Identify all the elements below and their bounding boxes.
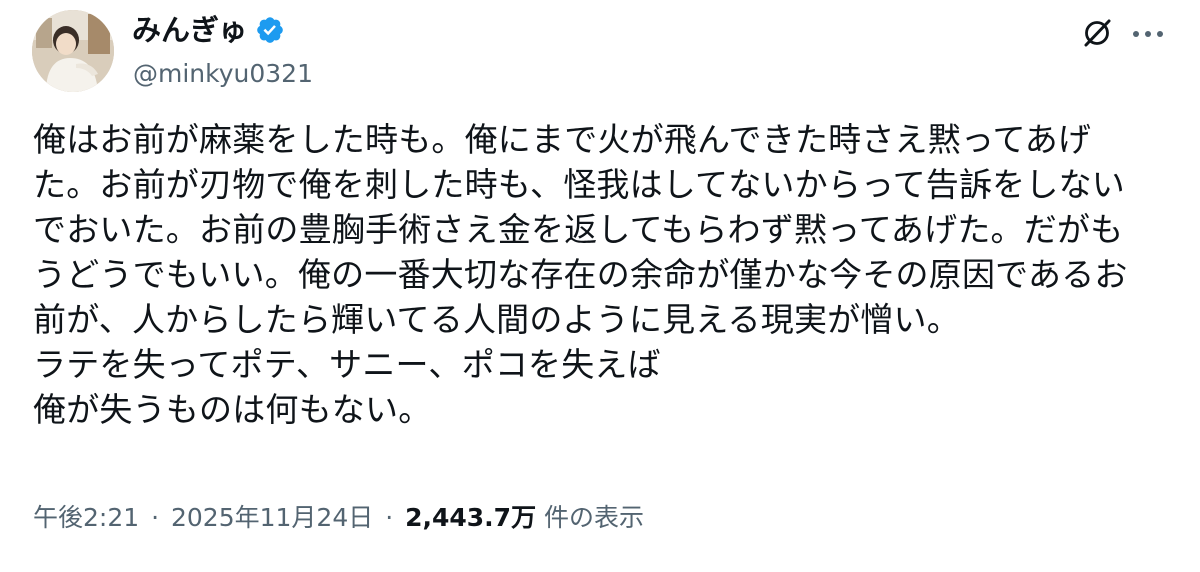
avatar-image xyxy=(32,10,114,92)
more-horizontal-icon[interactable] xyxy=(1128,16,1168,50)
post-text-line: 俺はお前が麻薬をした時も。俺にまで火が飛んできた時さえ黙ってあげ xyxy=(33,120,1092,159)
post-time[interactable]: 午後2:21 xyxy=(33,503,139,532)
views-label: 件の表示 xyxy=(544,503,645,532)
post-text-line: 俺が失うものは何もない。 xyxy=(33,390,432,429)
post-text-line: でおいた。お前の豊胸手術さえ金を返してもらわず黙ってあげた。だがも xyxy=(33,210,1124,249)
post-text: 俺はお前が麻薬をした時も。俺にまで火が飛んできた時さえ黙ってあげ た。お前が刃物… xyxy=(33,117,1173,432)
post-date[interactable]: 2025年11月24日 xyxy=(171,503,373,532)
post-text-line: た。お前が刃物で俺を刺した時も、怪我はしてないからって告訴をしない xyxy=(33,165,1125,204)
post-card: みんぎゅ @minkyu0321 俺はお前が麻薬をした時も。俺にまで火が飛んでき… xyxy=(0,0,1200,572)
meta-separator: · xyxy=(151,503,160,532)
meta-separator: · xyxy=(385,503,394,532)
post-meta: 午後2:21 · 2025年11月24日 · 2,443.7万 件の表示 xyxy=(33,500,644,536)
grok-icon[interactable] xyxy=(1080,16,1114,50)
verified-badge-icon[interactable] xyxy=(255,15,285,45)
post-text-line: うどうでもいい。俺の一番大切な存在の余命が僅かな今その原因であるお xyxy=(33,255,1128,294)
post-text-line: ラテを失ってポテ、サニー、ポコを失えば xyxy=(33,345,661,384)
author-name-text[interactable]: みんぎゅ xyxy=(132,10,247,50)
views-count[interactable]: 2,443.7万 xyxy=(405,503,536,532)
avatar[interactable] xyxy=(32,10,114,92)
author-handle[interactable]: @minkyu0321 xyxy=(133,57,313,91)
author-display-name[interactable]: みんぎゅ xyxy=(132,10,285,50)
post-text-line: 前が、人からしたら輝いてる人間のように見える現実が憎い。 xyxy=(33,300,960,339)
